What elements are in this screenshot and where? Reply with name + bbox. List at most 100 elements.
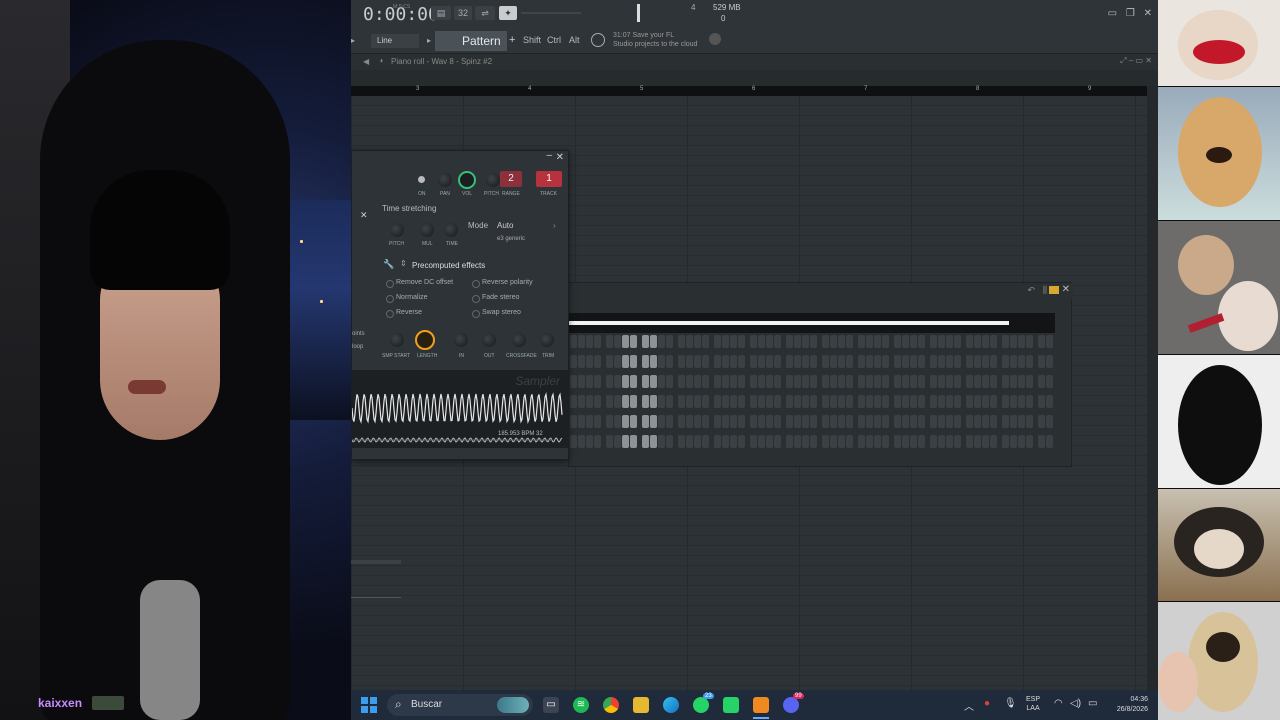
step-button[interactable] bbox=[894, 375, 901, 388]
step-button[interactable] bbox=[1018, 395, 1025, 408]
shift-button[interactable]: Shift bbox=[523, 35, 541, 45]
step-button[interactable] bbox=[954, 375, 961, 388]
step-button[interactable] bbox=[738, 415, 745, 428]
step-button[interactable] bbox=[822, 375, 829, 388]
step-button[interactable] bbox=[678, 435, 685, 448]
step-button[interactable] bbox=[802, 375, 809, 388]
sample-start-knob[interactable] bbox=[390, 333, 404, 347]
step-button[interactable] bbox=[714, 335, 721, 348]
step-button[interactable] bbox=[802, 395, 809, 408]
step-button[interactable] bbox=[910, 355, 917, 368]
step-button[interactable] bbox=[614, 375, 621, 388]
master-pitch-slider[interactable] bbox=[521, 12, 581, 14]
step-button[interactable] bbox=[650, 375, 657, 388]
step-button[interactable] bbox=[902, 435, 909, 448]
step-button[interactable] bbox=[730, 335, 737, 348]
step-button[interactable] bbox=[974, 335, 981, 348]
step-button[interactable] bbox=[658, 415, 665, 428]
step-button[interactable] bbox=[666, 355, 673, 368]
step-button[interactable] bbox=[930, 355, 937, 368]
step-button[interactable] bbox=[570, 355, 577, 368]
mode-select[interactable]: Auto bbox=[497, 221, 557, 230]
step-button[interactable] bbox=[874, 415, 881, 428]
speaker-icon[interactable]: ◖ bbox=[379, 56, 384, 65]
step-button[interactable] bbox=[946, 355, 953, 368]
step-button[interactable] bbox=[1038, 415, 1045, 428]
step-button[interactable] bbox=[822, 395, 829, 408]
step-button[interactable] bbox=[774, 415, 781, 428]
step-button[interactable] bbox=[658, 395, 665, 408]
step-button[interactable] bbox=[858, 335, 865, 348]
step-button[interactable] bbox=[702, 435, 709, 448]
step-button[interactable] bbox=[838, 375, 845, 388]
step-button[interactable] bbox=[586, 355, 593, 368]
step-button[interactable] bbox=[730, 355, 737, 368]
chrome-icon[interactable] bbox=[603, 697, 619, 713]
step-button[interactable] bbox=[666, 335, 673, 348]
whatsapp-icon[interactable] bbox=[693, 697, 709, 713]
step-button[interactable] bbox=[714, 355, 721, 368]
step-button[interactable] bbox=[702, 395, 709, 408]
step-button[interactable] bbox=[606, 415, 613, 428]
step-button[interactable] bbox=[586, 375, 593, 388]
step-button[interactable] bbox=[1046, 355, 1053, 368]
ts-pitch-knob[interactable] bbox=[390, 223, 404, 237]
step-button[interactable] bbox=[902, 375, 909, 388]
chevron-up-icon[interactable]: ︿ bbox=[964, 698, 974, 713]
graph-editor-icon[interactable] bbox=[1049, 286, 1059, 294]
step-button[interactable] bbox=[918, 395, 925, 408]
step-button[interactable] bbox=[766, 375, 773, 388]
step-button[interactable] bbox=[694, 435, 701, 448]
step-button[interactable] bbox=[902, 335, 909, 348]
step-button[interactable] bbox=[982, 435, 989, 448]
step-button[interactable] bbox=[578, 415, 585, 428]
step-button[interactable] bbox=[846, 355, 853, 368]
online-icon[interactable] bbox=[709, 33, 721, 45]
timeline-ruler[interactable]: 3 4 5 6 7 8 9 bbox=[351, 86, 1147, 96]
step-button[interactable] bbox=[930, 395, 937, 408]
vertical-scrollbar[interactable] bbox=[1147, 86, 1158, 690]
step-button[interactable] bbox=[622, 355, 629, 368]
step-button[interactable] bbox=[966, 415, 973, 428]
step-button[interactable] bbox=[802, 415, 809, 428]
step-button[interactable] bbox=[882, 435, 889, 448]
step-button[interactable] bbox=[802, 355, 809, 368]
remove-dc-offset-checkbox[interactable]: Remove DC offset bbox=[386, 279, 453, 288]
step-button[interactable] bbox=[738, 435, 745, 448]
step-button[interactable] bbox=[1046, 335, 1053, 348]
step-button[interactable] bbox=[974, 395, 981, 408]
step-button[interactable] bbox=[714, 435, 721, 448]
step-button[interactable] bbox=[650, 415, 657, 428]
step-button[interactable] bbox=[902, 355, 909, 368]
in-knob[interactable] bbox=[454, 333, 468, 347]
step-button[interactable] bbox=[882, 355, 889, 368]
step-button[interactable] bbox=[918, 355, 925, 368]
step-button[interactable] bbox=[954, 435, 961, 448]
step-button[interactable] bbox=[830, 435, 837, 448]
file-explorer-icon[interactable] bbox=[633, 697, 649, 713]
step-button[interactable] bbox=[938, 375, 945, 388]
step-button[interactable] bbox=[894, 335, 901, 348]
step-button[interactable] bbox=[858, 375, 865, 388]
waveform-display[interactable]: Sampler 185.953 BPM 32 bbox=[352, 370, 568, 448]
language-indicator[interactable]: ESP LAA bbox=[1026, 695, 1040, 713]
step-button[interactable] bbox=[910, 375, 917, 388]
step-button[interactable] bbox=[822, 355, 829, 368]
step-button[interactable] bbox=[838, 395, 845, 408]
step-button[interactable] bbox=[802, 435, 809, 448]
step-button[interactable] bbox=[650, 435, 657, 448]
step-button[interactable] bbox=[938, 435, 945, 448]
step-button[interactable] bbox=[702, 355, 709, 368]
spotify-icon[interactable]: ≋ bbox=[573, 697, 589, 713]
step-button[interactable] bbox=[1026, 395, 1033, 408]
step-button[interactable] bbox=[666, 415, 673, 428]
step-button[interactable] bbox=[810, 435, 817, 448]
step-button[interactable] bbox=[982, 395, 989, 408]
step-button[interactable] bbox=[1038, 395, 1045, 408]
pattern-prev-icon[interactable]: ▸ bbox=[427, 36, 431, 45]
step-button[interactable] bbox=[678, 335, 685, 348]
step-button[interactable] bbox=[614, 395, 621, 408]
trim-knob[interactable] bbox=[540, 333, 554, 347]
close-icon[interactable]: ✕ bbox=[1145, 56, 1152, 65]
add-pattern-button[interactable]: + bbox=[509, 34, 515, 46]
